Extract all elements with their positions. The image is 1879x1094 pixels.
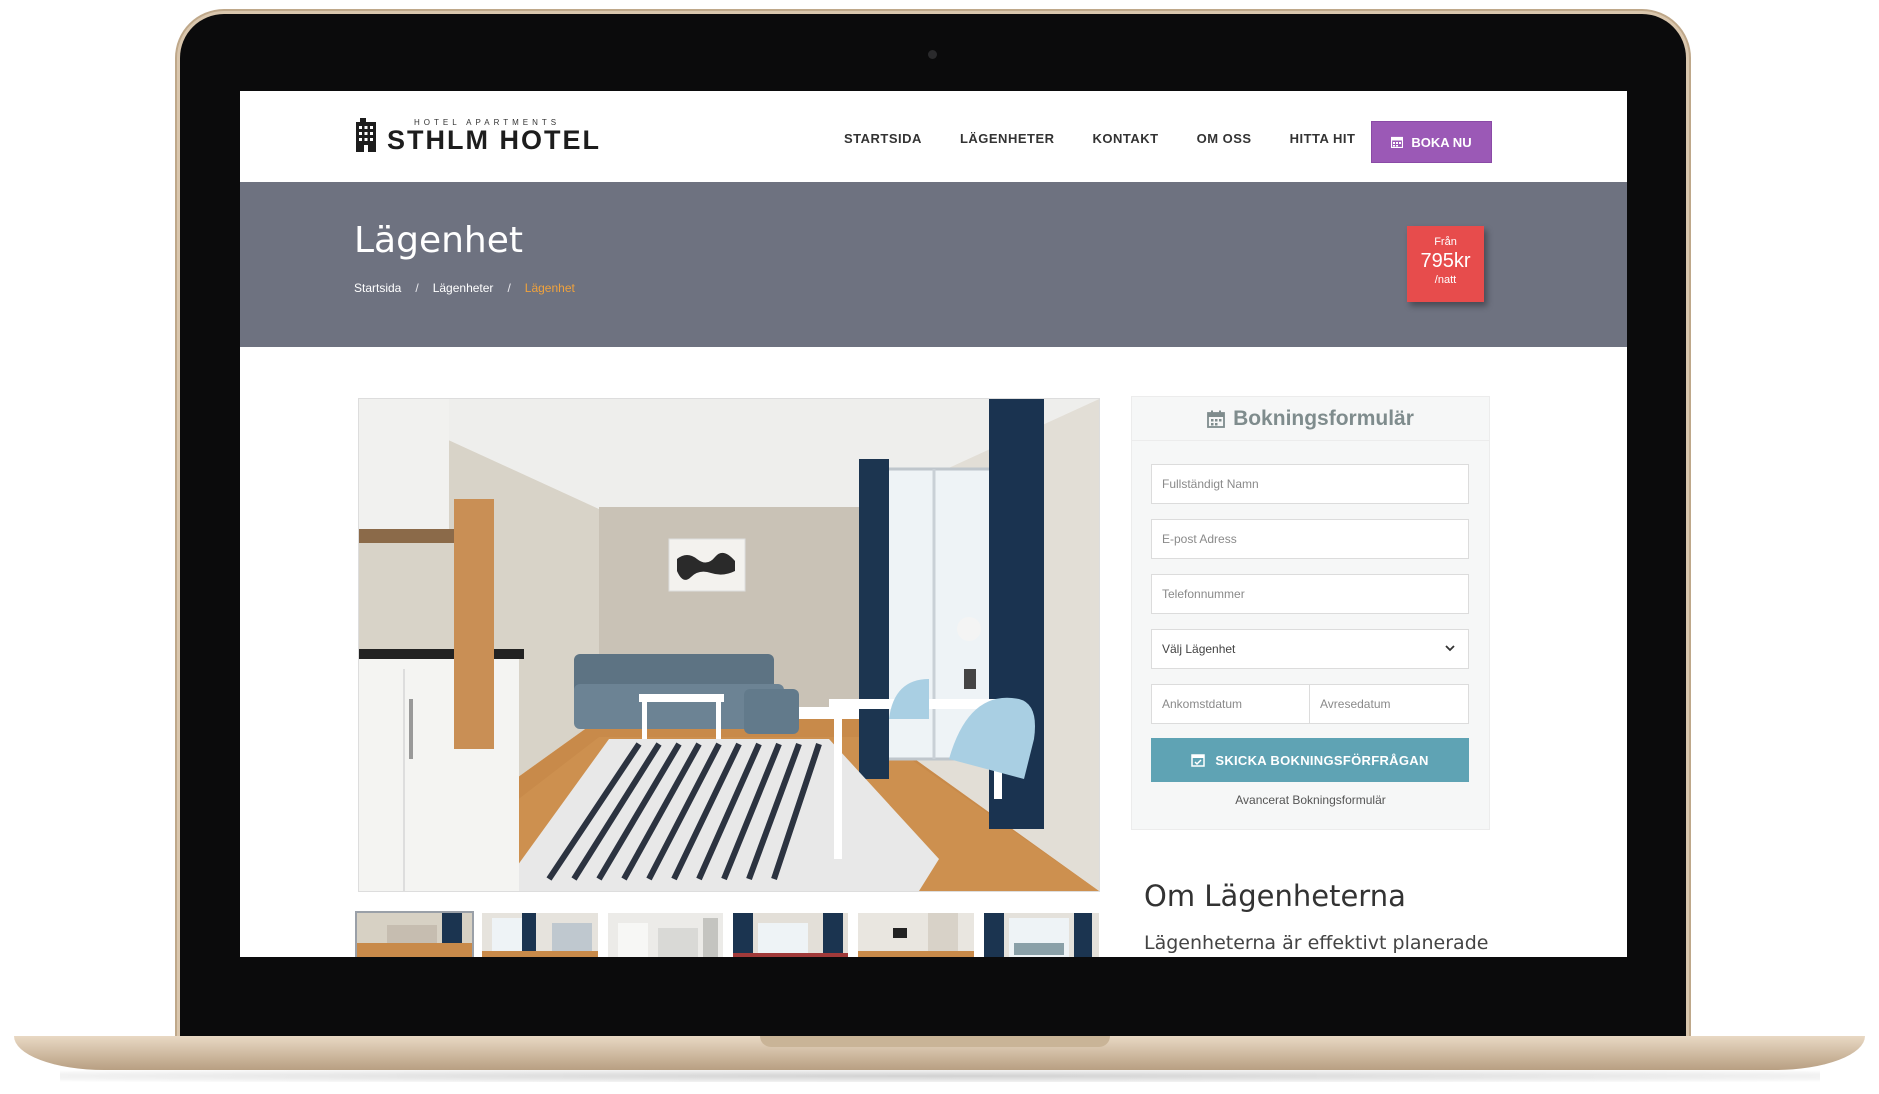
thumbnail-4-image xyxy=(732,913,849,957)
nav-item-kontakt[interactable]: KONTAKT xyxy=(1093,131,1159,146)
breadcrumb-home[interactable]: Startsida xyxy=(354,281,401,295)
laptop-shadow xyxy=(60,1070,1820,1082)
submit-booking-label: SKICKA BOKNINGSFÖRFRÅGAN xyxy=(1215,752,1429,768)
thumbnail-2[interactable] xyxy=(482,913,598,957)
main-nav: STARTSIDA LÄGENHETER KONTAKT OM OSS HITT… xyxy=(844,123,1394,153)
full-name-field[interactable]: Fullständigt Namn xyxy=(1151,464,1469,504)
email-field[interactable]: E-post Adress xyxy=(1151,519,1469,559)
laptop-notch xyxy=(760,1036,1110,1047)
phone-field[interactable]: Telefonnummer xyxy=(1151,574,1469,614)
logo-name: STHLM HOTEL xyxy=(387,125,601,155)
thumbnail-5[interactable] xyxy=(858,913,974,957)
nav-item-lagenheter[interactable]: LÄGENHETER xyxy=(960,131,1055,146)
thumbnail-6[interactable] xyxy=(983,913,1099,957)
chevron-down-icon xyxy=(1445,645,1455,652)
thumbnail-1-image xyxy=(357,913,473,957)
submit-booking-button[interactable]: SKICKA BOKNINGSFÖRFRÅGAN xyxy=(1151,738,1469,782)
apartment-photo-image xyxy=(359,399,1099,891)
breadcrumb-apartments[interactable]: Lägenheter xyxy=(433,281,494,295)
thumbnail-3-image xyxy=(607,913,723,957)
advanced-booking-link[interactable]: Avancerat Bokningsformulär xyxy=(1132,793,1489,807)
booking-form-title: Bokningsformulär xyxy=(1233,406,1414,430)
arrival-date-field[interactable]: Ankomstdatum xyxy=(1151,684,1311,724)
calendar-icon xyxy=(1391,136,1404,148)
calendar-icon xyxy=(1207,410,1225,428)
apartment-select[interactable]: Välj Lägenhet xyxy=(1151,629,1469,669)
apartment-photo[interactable] xyxy=(358,398,1100,892)
about-title: Om Lägenheterna xyxy=(1144,879,1406,913)
breadcrumb: Startsida / Lägenheter / Lägenhet xyxy=(354,281,575,295)
thumbnail-3[interactable] xyxy=(607,913,723,957)
book-now-button[interactable]: BOKA NU xyxy=(1371,121,1492,163)
thumbnail-strip xyxy=(354,911,1099,957)
thumbnail-4[interactable] xyxy=(732,913,849,957)
browser-screen: HOTEL APARTMENTS STHLM HOTEL STARTSIDA L… xyxy=(240,91,1627,957)
camera-dot xyxy=(928,50,937,59)
price-unit: /natt xyxy=(1434,274,1457,286)
booking-form-header: Bokningsformulär xyxy=(1132,397,1489,441)
price-from: Från xyxy=(1434,236,1457,248)
nav-item-hitta-hit[interactable]: HITTA HIT xyxy=(1290,131,1356,146)
price-amount: 795kr xyxy=(1420,250,1471,272)
calendar-check-icon xyxy=(1191,754,1206,767)
thumbnail-6-image xyxy=(983,913,1099,957)
breadcrumb-separator: / xyxy=(507,281,511,295)
breadcrumb-current: Lägenhet xyxy=(524,281,575,295)
nav-item-om-oss[interactable]: OM OSS xyxy=(1197,131,1252,146)
building-icon xyxy=(356,118,376,152)
thumbnail-1[interactable] xyxy=(354,911,475,957)
nav-item-startsida[interactable]: STARTSIDA xyxy=(844,131,922,146)
site-header: HOTEL APARTMENTS STHLM HOTEL STARTSIDA L… xyxy=(240,91,1627,182)
breadcrumb-separator: / xyxy=(415,281,419,295)
thumbnail-2-image xyxy=(482,913,598,957)
departure-date-field[interactable]: Avresedatum xyxy=(1309,684,1469,724)
about-text: Lägenheterna är effektivt planerade xyxy=(1144,932,1489,954)
booking-form: Bokningsformulär Fullständigt Namn E-pos… xyxy=(1131,396,1490,830)
thumbnail-5-image xyxy=(858,913,974,957)
price-badge: Från 795kr /natt xyxy=(1407,226,1484,302)
apartment-select-value: Välj Lägenhet xyxy=(1162,642,1236,656)
book-now-label: BOKA NU xyxy=(1411,134,1472,150)
page-title: Lägenhet xyxy=(354,220,524,261)
